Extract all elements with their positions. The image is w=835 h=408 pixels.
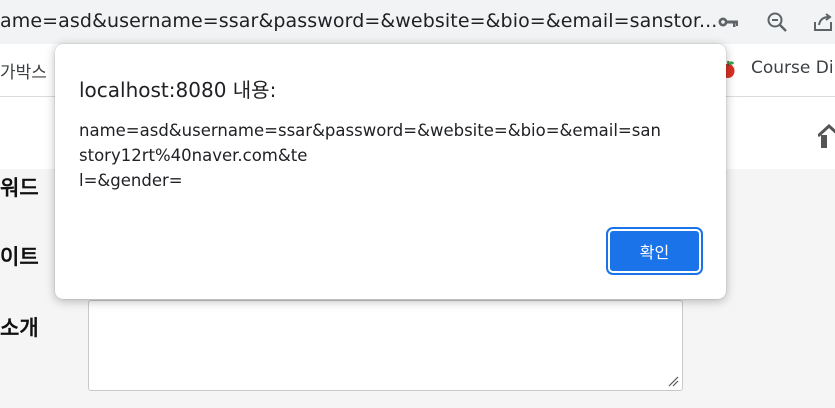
home-icon[interactable]: [818, 124, 835, 148]
url-text[interactable]: ame=asd&username=ssar&password=&website=…: [0, 10, 717, 32]
message-line: story12rt%40naver.com&te: [79, 146, 308, 165]
message-line: name=asd&username=ssar&password=&website…: [79, 121, 661, 140]
bookmark-course[interactable]: Course Dir: [751, 58, 835, 78]
website-label: 이트: [0, 245, 39, 269]
address-bar[interactable]: ame=asd&username=ssar&password=&website=…: [0, 0, 835, 44]
resize-grip-icon[interactable]: [667, 375, 679, 387]
zoom-icon[interactable]: [765, 10, 789, 34]
password-label: 워드: [0, 176, 39, 200]
share-icon[interactable]: [811, 10, 835, 34]
bio-label: 소개: [0, 316, 39, 340]
message-line: l=&gender=: [79, 171, 183, 190]
dialog-title: localhost:8080 내용:: [79, 78, 277, 102]
ok-button[interactable]: 확인: [606, 227, 703, 275]
bookmark-item[interactable]: 가박스: [0, 58, 47, 83]
dialog-message: name=asd&username=ssar&password=&website…: [79, 118, 704, 193]
key-icon[interactable]: [716, 10, 740, 34]
alert-dialog: localhost:8080 내용: name=asd&username=ssa…: [55, 44, 726, 299]
bio-textarea[interactable]: [88, 300, 683, 391]
